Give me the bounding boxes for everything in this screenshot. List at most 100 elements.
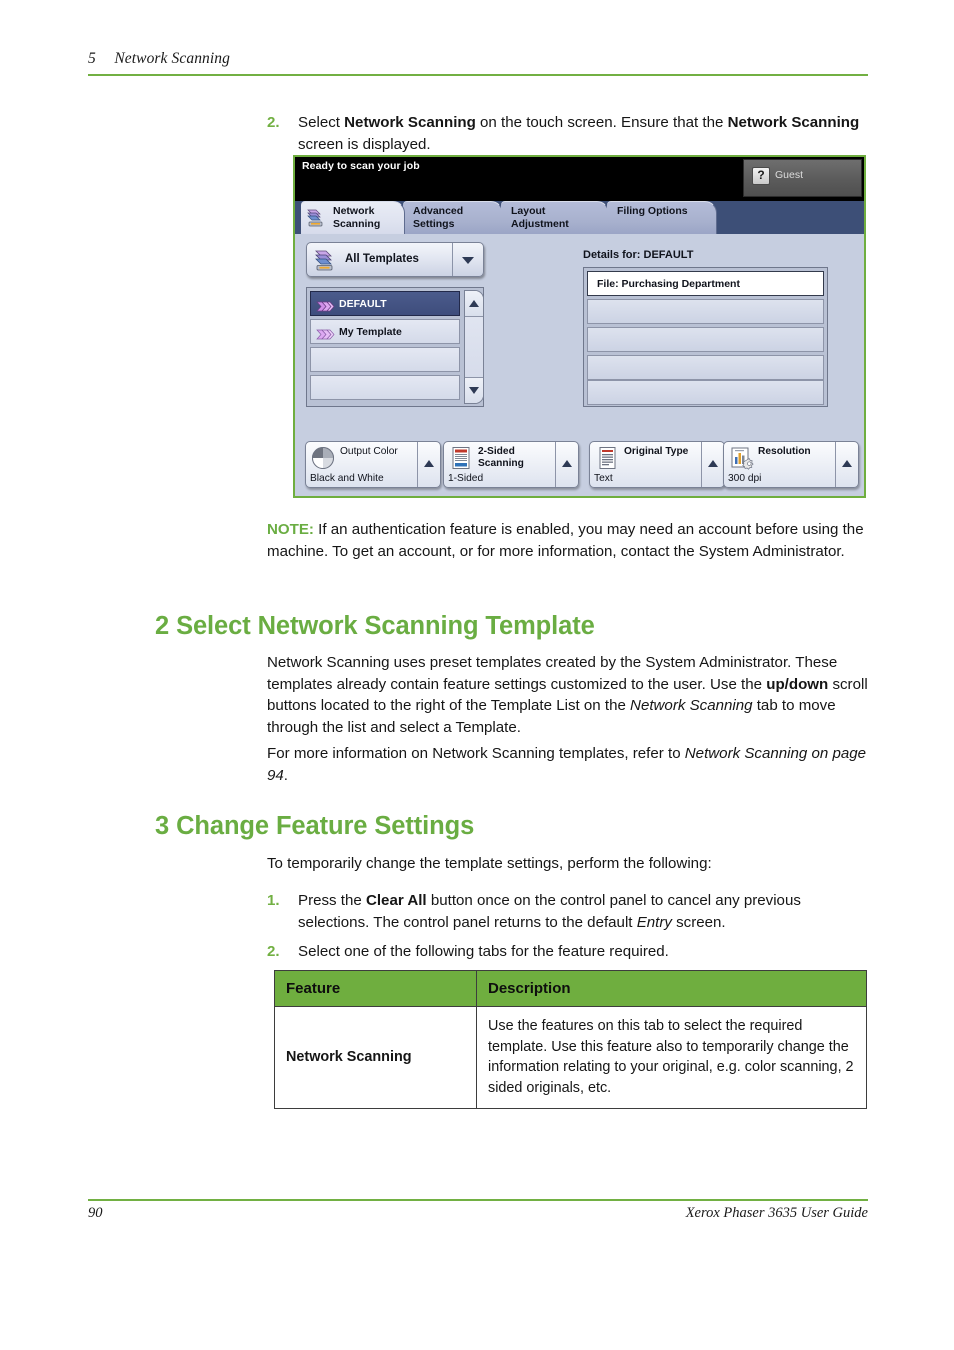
section-3-step-1-number: 1. [267, 892, 280, 909]
tab-advanced-settings[interactable]: Advanced Settings [403, 201, 503, 234]
resolution-gear-icon [729, 446, 755, 470]
resolution-title: Resolution [758, 446, 811, 457]
network-scanning-icon [314, 249, 338, 272]
guest-button[interactable]: ? Guest [743, 159, 862, 197]
template-list-item-label: DEFAULT [339, 298, 387, 310]
detail-row[interactable] [587, 380, 824, 405]
all-templates-dropdown[interactable]: All Templates [306, 242, 484, 277]
table-header-row: Feature Description [274, 970, 867, 1007]
template-list-item-default[interactable]: DEFAULT [310, 291, 460, 316]
touchscreen-screenshot: Ready to scan your job ? Guest Network S… [293, 155, 866, 498]
table-header-description: Description [476, 970, 867, 1007]
two-sided-scanning-title: 2-Sided Scanning [478, 446, 524, 469]
output-color-expand-button[interactable] [417, 442, 440, 487]
guest-label: Guest [775, 169, 804, 181]
note-text: If an authentication feature is enabled,… [267, 521, 864, 560]
status-message: Ready to scan your job [302, 160, 420, 172]
output-color-title: Output Color [340, 446, 398, 457]
feature-description-table: Feature Description Network Scanning Use… [274, 970, 867, 1109]
triangle-up-icon [469, 300, 479, 307]
header-divider [88, 74, 868, 76]
section-3-step-2-text: Select one of the following tabs for the… [298, 943, 669, 960]
original-type-title: Original Type [624, 446, 689, 457]
tab-network-scanning-label: Network Scanning [333, 205, 381, 230]
triangle-up-icon [708, 460, 718, 467]
step-2-text: Select Network Scanning on the touch scr… [298, 112, 869, 155]
section-3-intro: To temporarily change the template setti… [267, 855, 712, 872]
resolution-expand-button[interactable] [835, 442, 858, 487]
template-list-scrollbar[interactable] [464, 290, 484, 404]
step-2-bold-b: Network Scanning [727, 114, 860, 131]
step-2-text-c: screen is displayed. [298, 135, 431, 153]
detail-row[interactable] [587, 355, 824, 380]
scroll-up-button[interactable] [465, 291, 483, 317]
section-3-step-2-number: 2. [267, 943, 280, 960]
section-2-p2-b: . [283, 766, 288, 784]
table-row: Network Scanning Use the features on thi… [274, 1006, 867, 1109]
section-3-step-1-italic: Entry [636, 913, 672, 931]
step-2-number: 2. [267, 114, 280, 131]
touchscreen-status-bar: Ready to scan your job ? Guest [295, 157, 864, 201]
resolution-value: 300 dpi [728, 473, 762, 484]
table-cell-description: Use the features on this tab to select t… [476, 1006, 867, 1109]
detail-row-label: File: Purchasing Department [597, 278, 740, 290]
question-mark-icon: ? [752, 167, 770, 185]
output-color-value: Black and White [310, 473, 384, 484]
section-2-paragraph-1: Network Scanning uses preset templates c… [267, 652, 869, 738]
step-2-text-b: on the touch screen. Ensure that the [475, 114, 728, 131]
triangle-up-icon [562, 460, 572, 467]
running-head: 5 Network Scanning [88, 50, 868, 68]
note-label: NOTE: [267, 521, 314, 538]
page-number: 90 [88, 1205, 103, 1221]
tab-layout-adjustment-label: Layout Adjustment [511, 205, 569, 230]
network-scanning-icon [306, 207, 328, 229]
section-2-p1-bold: up/down [766, 675, 829, 693]
tab-layout-adjustment[interactable]: Layout Adjustment [501, 201, 609, 234]
detail-row[interactable] [587, 299, 824, 324]
details-title: Details for: DEFAULT [583, 249, 694, 261]
template-chevron-icon [316, 327, 335, 340]
output-color-button[interactable]: Output Color Black and White [305, 441, 441, 488]
section-2-p1-a: Network Scanning uses preset templates c… [267, 654, 838, 693]
guide-title: Xerox Phaser 3635 User Guide [685, 1205, 868, 1221]
template-list-item-my-template[interactable]: My Template [310, 319, 460, 344]
two-sided-scanning-value: 1-Sided [448, 473, 484, 484]
color-wheel-icon [311, 446, 337, 470]
template-list-item-empty[interactable] [310, 375, 460, 400]
chevron-down-icon[interactable] [452, 243, 483, 276]
tab-filing-options-label: Filing Options [617, 205, 688, 217]
detail-row[interactable]: File: Purchasing Department [587, 271, 824, 296]
note-paragraph: NOTE: If an authentication feature is en… [267, 519, 869, 562]
step-2-text-a: Select [298, 114, 345, 131]
running-head-chapter-number: 5 [88, 50, 96, 67]
original-type-expand-button[interactable] [701, 442, 724, 487]
template-chevron-icon [316, 299, 335, 312]
section-2-p1-italic: Network Scanning [630, 697, 753, 714]
step-2-item: 2. Select Network Scanning on the touch … [267, 112, 869, 155]
detail-row[interactable] [587, 327, 824, 352]
tab-advanced-settings-label: Advanced Settings [413, 205, 464, 230]
triangle-up-icon [842, 460, 852, 467]
section-3-heading: 3 Change Feature Settings [155, 812, 475, 840]
tab-network-scanning[interactable]: Network Scanning [301, 201, 405, 234]
section-2-paragraph-2: For more information on Network Scanning… [267, 743, 869, 786]
section-3-step-2: 2. Select one of the following tabs for … [267, 941, 869, 963]
running-head-chapter-title: Network Scanning [114, 50, 230, 67]
section-3-step-1-bold: Clear All [365, 892, 427, 909]
two-sided-scanning-button[interactable]: 2-Sided Scanning 1-Sided [443, 441, 579, 488]
original-type-button[interactable]: Original Type Text [589, 441, 725, 488]
section-3-step-1-a: Press the [298, 892, 366, 909]
template-list-item-label: My Template [339, 326, 402, 338]
original-type-value: Text [594, 473, 613, 484]
footer-divider [88, 1199, 868, 1201]
tab-filing-options[interactable]: Filing Options [607, 201, 717, 234]
scroll-down-button[interactable] [465, 377, 483, 403]
triangle-up-icon [424, 460, 434, 467]
details-panel: File: Purchasing Department [583, 267, 828, 407]
resolution-button[interactable]: Resolution 300 dpi [723, 441, 859, 488]
feature-button-bar: Output Color Black and White 2-Sided Sca… [295, 441, 864, 493]
two-sided-scanning-expand-button[interactable] [555, 442, 578, 487]
template-list-item-empty[interactable] [310, 347, 460, 372]
template-list: DEFAULT My Template [306, 287, 484, 407]
document-page: 5 Network Scanning 2. Select Network Sca… [0, 0, 954, 1350]
